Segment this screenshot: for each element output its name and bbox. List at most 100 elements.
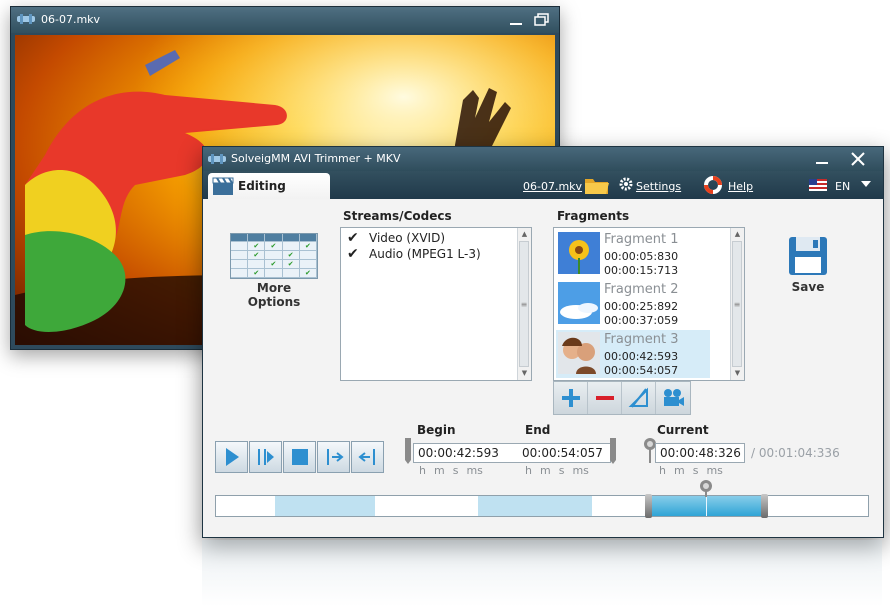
scroll-up-icon[interactable]: ▲ xyxy=(518,228,531,241)
set-end-marker-button[interactable] xyxy=(351,441,384,473)
marker-right-icon xyxy=(326,449,344,465)
more-options-button[interactable]: ✔ ✔ ✔ ✔ ✔ ✔ ✔ ✔ ✔ More Options xyxy=(229,233,319,309)
video-window-title: 06-07.mkv xyxy=(41,13,101,26)
trimmer-titlebar[interactable]: SolveigMM AVI Trimmer + MKV xyxy=(203,147,883,171)
scroll-thumb[interactable]: ≡ xyxy=(732,241,742,367)
restore-icon xyxy=(534,12,549,26)
scroll-down-icon[interactable]: ▼ xyxy=(731,367,744,380)
stream-item-audio[interactable]: ✔ Audio (MPEG1 L-3) xyxy=(347,246,481,262)
timeline-track[interactable] xyxy=(215,494,869,518)
slider-right-bracket-icon xyxy=(610,438,616,464)
save-label: Save xyxy=(791,280,825,294)
fragment-toolbar xyxy=(553,381,691,415)
minimize-button[interactable] xyxy=(505,10,527,29)
fragment-item-3[interactable]: Fragment 3 00:00:42:593 00:00:54:057 xyxy=(556,330,710,378)
stream-label: Video (XVID) xyxy=(369,231,446,245)
scroll-thumb[interactable]: ≡ xyxy=(519,241,529,367)
fragments-header: Fragments xyxy=(557,209,630,223)
checkbox-checked-icon[interactable]: ✔ xyxy=(347,230,361,246)
help-link[interactable]: Help xyxy=(728,180,753,193)
trimmer-window-title: SolveigMM AVI Trimmer + MKV xyxy=(231,152,401,165)
stop-button[interactable] xyxy=(283,441,316,473)
slider-left-bracket-icon xyxy=(405,438,411,464)
stream-item-video[interactable]: ✔ Video (XVID) xyxy=(347,230,445,246)
fragment-name: Fragment 3 xyxy=(604,332,679,347)
fragment-item-1[interactable]: Fragment 1 00:00:05:830 00:00:15:713 xyxy=(556,230,710,278)
minimize-icon xyxy=(816,161,828,164)
play-fragment-button[interactable] xyxy=(249,441,282,473)
fragment-name: Fragment 2 xyxy=(604,282,679,297)
begin-time-input[interactable]: 00:00:42:593 xyxy=(418,446,522,460)
tab-editing-label: Editing xyxy=(238,179,286,193)
fragment-item-2[interactable]: Fragment 2 00:00:25:892 00:00:37:059 xyxy=(556,280,710,328)
streams-list[interactable]: ✔ Video (XVID) ✔ Audio (MPEG1 L-3) ▲ ≡ ▼ xyxy=(340,227,532,381)
stream-label: Audio (MPEG1 L-3) xyxy=(369,247,481,261)
trimmer-window: SolveigMM AVI Trimmer + MKV Editing 06-0… xyxy=(202,146,884,538)
fragments-list[interactable]: Fragment 1 00:00:05:830 00:00:15:713 Fra… xyxy=(553,227,745,381)
end-label: End xyxy=(525,423,551,437)
set-begin-marker-button[interactable] xyxy=(317,441,350,473)
remove-fragment-button[interactable] xyxy=(588,382,622,414)
window-reflection xyxy=(202,540,882,607)
scroll-up-icon[interactable]: ▲ xyxy=(731,228,744,241)
clapperboard-icon xyxy=(212,177,234,195)
begin-label: Begin xyxy=(417,423,456,437)
add-fragment-button[interactable] xyxy=(554,382,588,414)
gear-icon[interactable] xyxy=(619,177,633,191)
fragment-start: 00:00:05:830 xyxy=(604,250,679,263)
language-label[interactable]: EN xyxy=(835,180,850,193)
chevron-down-icon[interactable] xyxy=(861,180,871,188)
plus-icon xyxy=(561,389,580,407)
play-icon xyxy=(225,448,239,466)
fragment-start: 00:00:25:892 xyxy=(604,300,679,313)
fragment-end: 00:00:54:057 xyxy=(604,364,679,377)
save-button[interactable]: Save xyxy=(783,235,833,294)
current-time-input[interactable]: 00:00:48:326 xyxy=(655,443,745,463)
streams-header: Streams/Codecs xyxy=(343,209,452,223)
fragment-thumbnail-people xyxy=(558,332,600,374)
minus-icon xyxy=(595,396,614,400)
begin-units: h m s ms xyxy=(419,464,483,477)
stop-icon xyxy=(291,449,308,465)
fragment-end: 00:00:37:059 xyxy=(604,314,679,327)
video-camera-icon xyxy=(663,389,684,406)
range-field[interactable]: 00:00:42:593 00:00:54:057 xyxy=(413,443,611,463)
timeline-position-pin-icon[interactable] xyxy=(699,479,713,497)
checkbox-checked-icon[interactable]: ✔ xyxy=(347,246,361,262)
transport-controls xyxy=(215,441,384,473)
fragment-start: 00:00:42:593 xyxy=(604,350,679,363)
marker-left-icon xyxy=(357,449,375,465)
fragment-thumbnail-sky xyxy=(558,282,600,324)
end-time-input[interactable]: 00:00:54:057 xyxy=(522,446,603,460)
preview-fragment-button[interactable] xyxy=(656,382,689,414)
scroll-down-icon[interactable]: ▼ xyxy=(518,367,531,380)
tab-editing[interactable]: Editing xyxy=(208,173,330,199)
timeline-segment[interactable] xyxy=(275,496,376,516)
segment-end-handle[interactable] xyxy=(760,494,768,518)
play-button[interactable] xyxy=(215,441,248,473)
minimize-icon xyxy=(510,22,522,25)
close-button[interactable] xyxy=(847,149,869,168)
invert-fragments-button[interactable] xyxy=(622,382,656,414)
file-name-link[interactable]: 06-07.mkv xyxy=(523,180,582,193)
segment-start-handle[interactable] xyxy=(644,494,652,518)
timeline-segment[interactable] xyxy=(478,496,592,516)
toolbar: Editing 06-07.mkv Settings Help EN xyxy=(203,171,883,199)
current-units: h m s ms xyxy=(659,464,723,477)
film-reel-icon xyxy=(17,14,35,24)
fragment-thumbnail-flower xyxy=(558,232,600,274)
restore-button[interactable] xyxy=(531,10,553,29)
film-reel-icon xyxy=(208,154,226,164)
total-duration: / 00:01:04:336 xyxy=(751,446,840,460)
play-selection-icon xyxy=(257,449,274,465)
fragments-scrollbar[interactable]: ▲ ≡ ▼ xyxy=(730,228,744,380)
current-label: Current xyxy=(657,423,709,437)
settings-link[interactable]: Settings xyxy=(636,180,681,193)
minimize-button[interactable] xyxy=(811,149,833,168)
streams-scrollbar[interactable]: ▲ ≡ ▼ xyxy=(517,228,531,380)
floppy-disk-icon xyxy=(789,237,827,275)
folder-open-icon[interactable] xyxy=(583,174,611,196)
help-lifebuoy-icon[interactable] xyxy=(703,175,723,195)
video-titlebar[interactable]: 06-07.mkv xyxy=(11,7,559,33)
close-icon xyxy=(851,151,865,166)
